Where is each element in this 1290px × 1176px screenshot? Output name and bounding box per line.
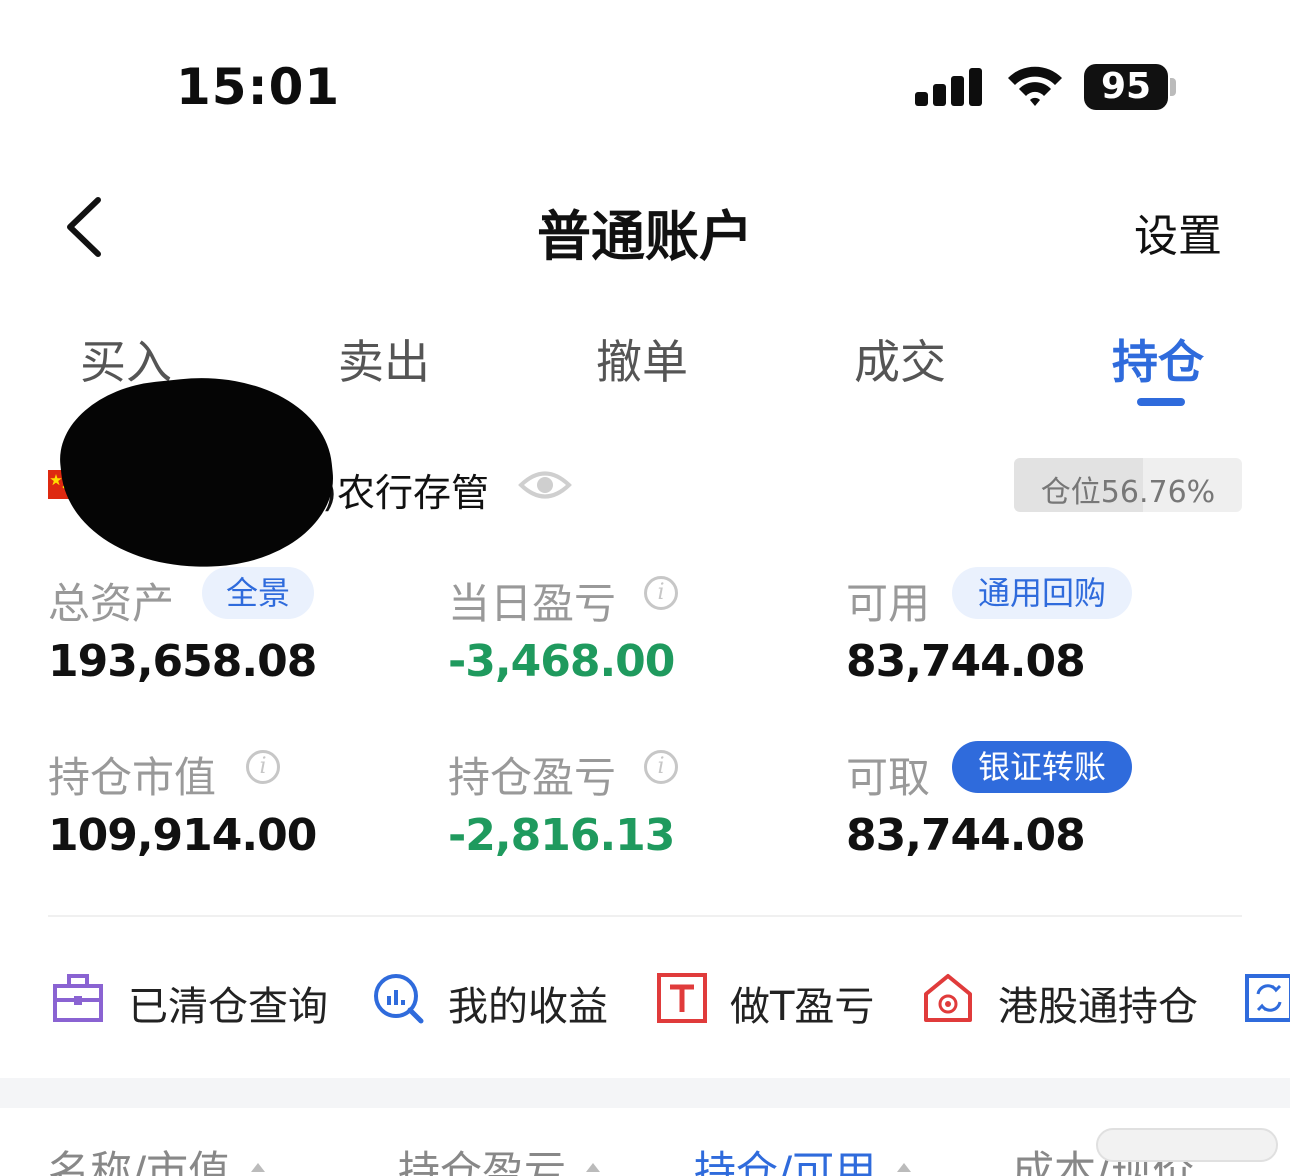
daily-pnl-label: 当日盈亏 [448,579,617,628]
available-label: 可用 [846,579,931,628]
hk-connect-holdings-shortcut[interactable]: 港股通持仓 [998,974,1198,1032]
info-icon[interactable]: i [644,576,678,610]
column-position-pnl[interactable]: 持仓盈亏 [398,1138,601,1176]
sort-desc-icon [896,1162,911,1172]
battery-indicator: 95 [1084,64,1168,110]
redaction-mark [52,364,342,582]
sort-icon [586,1162,601,1172]
section-separator [0,1078,1290,1108]
total-assets-label: 总资产 [48,579,175,628]
transfer-icon[interactable] [1244,972,1290,1024]
column-position-available-label: 持仓/可用 [694,1147,877,1176]
tab-cancel-order[interactable]: 撤单 [596,326,688,392]
page-title: 普通账户 [537,205,753,268]
floating-toggle[interactable] [1096,1128,1278,1162]
column-name-value-label: 名称/市值 [48,1147,231,1176]
column-name-value[interactable]: 名称/市值 [48,1138,266,1176]
column-position-available[interactable]: 持仓/可用 [694,1138,912,1176]
bank-transfer-button[interactable]: 银证转账 [952,741,1132,793]
market-value-value: 109,914.00 [48,810,317,861]
position-ratio-badge: 仓位56.76% [1014,458,1242,512]
eye-icon[interactable] [518,466,572,504]
t-box-icon[interactable] [656,972,708,1024]
briefcase-icon[interactable] [52,972,104,1024]
repo-chip[interactable]: 通用回购 [952,567,1132,619]
total-assets-value: 193,658.08 [48,636,317,687]
cellular-signal-icon [915,68,983,106]
cleared-positions-shortcut[interactable]: 已清仓查询 [128,974,328,1032]
battery-tip [1170,78,1176,96]
daily-pnl-value: -3,468.00 [448,636,675,687]
sort-icon [250,1162,265,1172]
hk-house-icon[interactable] [922,972,974,1024]
overview-chip[interactable]: 全景 [202,567,314,619]
t-trade-pnl-shortcut[interactable]: 做T盈亏 [730,974,874,1032]
market-value-label: 持仓市值 [48,753,217,802]
chart-search-icon[interactable] [372,972,424,1024]
position-ratio-text: 仓位56.76% [1040,475,1216,510]
available-value: 83,744.08 [846,636,1086,687]
column-position-pnl-label: 持仓盈亏 [398,1147,567,1176]
status-time: 15:01 [176,58,341,116]
divider [48,915,1242,917]
active-tab-indicator [1137,398,1185,406]
info-icon[interactable]: i [246,750,280,784]
settings-button[interactable]: 设置 [1134,200,1222,264]
info-icon[interactable]: i [644,750,678,784]
tab-sell[interactable]: 卖出 [338,326,430,392]
position-pnl-label: 持仓盈亏 [448,753,617,802]
withdrawable-value: 83,744.08 [846,810,1086,861]
tab-holdings[interactable]: 持仓 [1112,326,1204,392]
my-earnings-shortcut[interactable]: 我的收益 [448,974,608,1032]
position-pnl-value: -2,816.13 [448,810,675,861]
tab-deals[interactable]: 成交 [854,326,946,392]
wifi-icon [1008,66,1062,106]
withdrawable-label: 可取 [846,753,931,802]
